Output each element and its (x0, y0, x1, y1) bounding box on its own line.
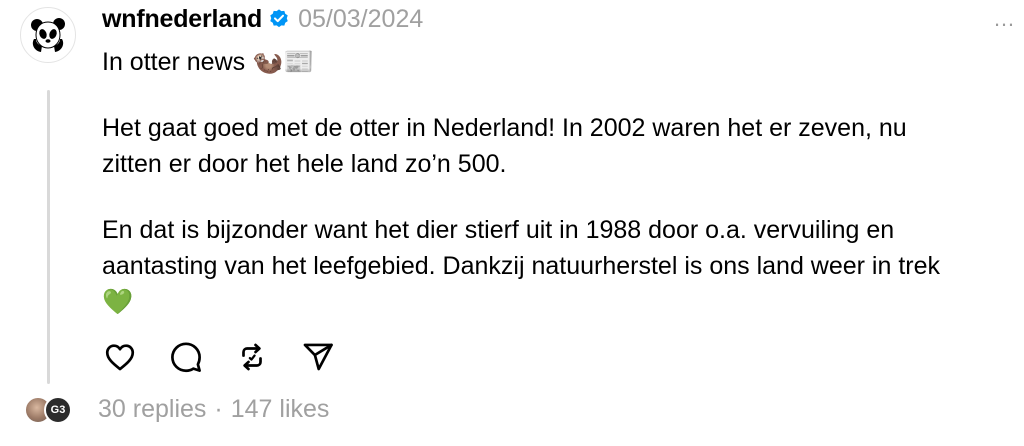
post-line: zitten er door het hele land zo’n 500. (102, 150, 507, 178)
post-line: En dat is bijzonder want het dier stierf… (102, 216, 895, 244)
stats-separator: · (214, 395, 223, 423)
profile-avatar[interactable] (20, 7, 76, 63)
post-date[interactable]: 05/03/2024 (298, 5, 423, 34)
repost-icon (242, 343, 262, 371)
comment-icon (171, 342, 201, 373)
replies-count[interactable]: 30 replies (98, 395, 206, 423)
username[interactable]: wnfnederland (102, 5, 262, 34)
like-button[interactable] (102, 339, 138, 375)
post-stats: 30 replies · 147 likes (98, 395, 329, 424)
panda-logo-icon (31, 18, 65, 52)
more-options-icon[interactable]: … (993, 6, 1016, 32)
post-footer: G3 30 replies · 147 likes (24, 395, 329, 424)
post-actions (102, 339, 336, 375)
reply-button[interactable] (168, 339, 204, 375)
send-icon (303, 343, 333, 371)
verified-badge-icon (268, 8, 290, 30)
reply-avatar[interactable]: G3 (44, 395, 72, 424)
post-line: In otter news 🦦📰 (102, 48, 315, 76)
post-line: 💚 (102, 288, 134, 316)
share-button[interactable] (300, 339, 336, 375)
heart-icon (105, 344, 135, 371)
post-body: In otter news 🦦📰 Het gaat goed met de ot… (102, 44, 1007, 320)
thread-line (47, 90, 50, 384)
likes-count[interactable]: 147 likes (231, 395, 330, 423)
post-line: aantasting van het leefgebied. Dankzij n… (102, 252, 941, 280)
post-header: wnfnederland 05/03/2024 (102, 2, 423, 36)
post-line: Het gaat goed met de otter in Nederland!… (102, 114, 907, 142)
repost-button[interactable] (234, 339, 270, 375)
